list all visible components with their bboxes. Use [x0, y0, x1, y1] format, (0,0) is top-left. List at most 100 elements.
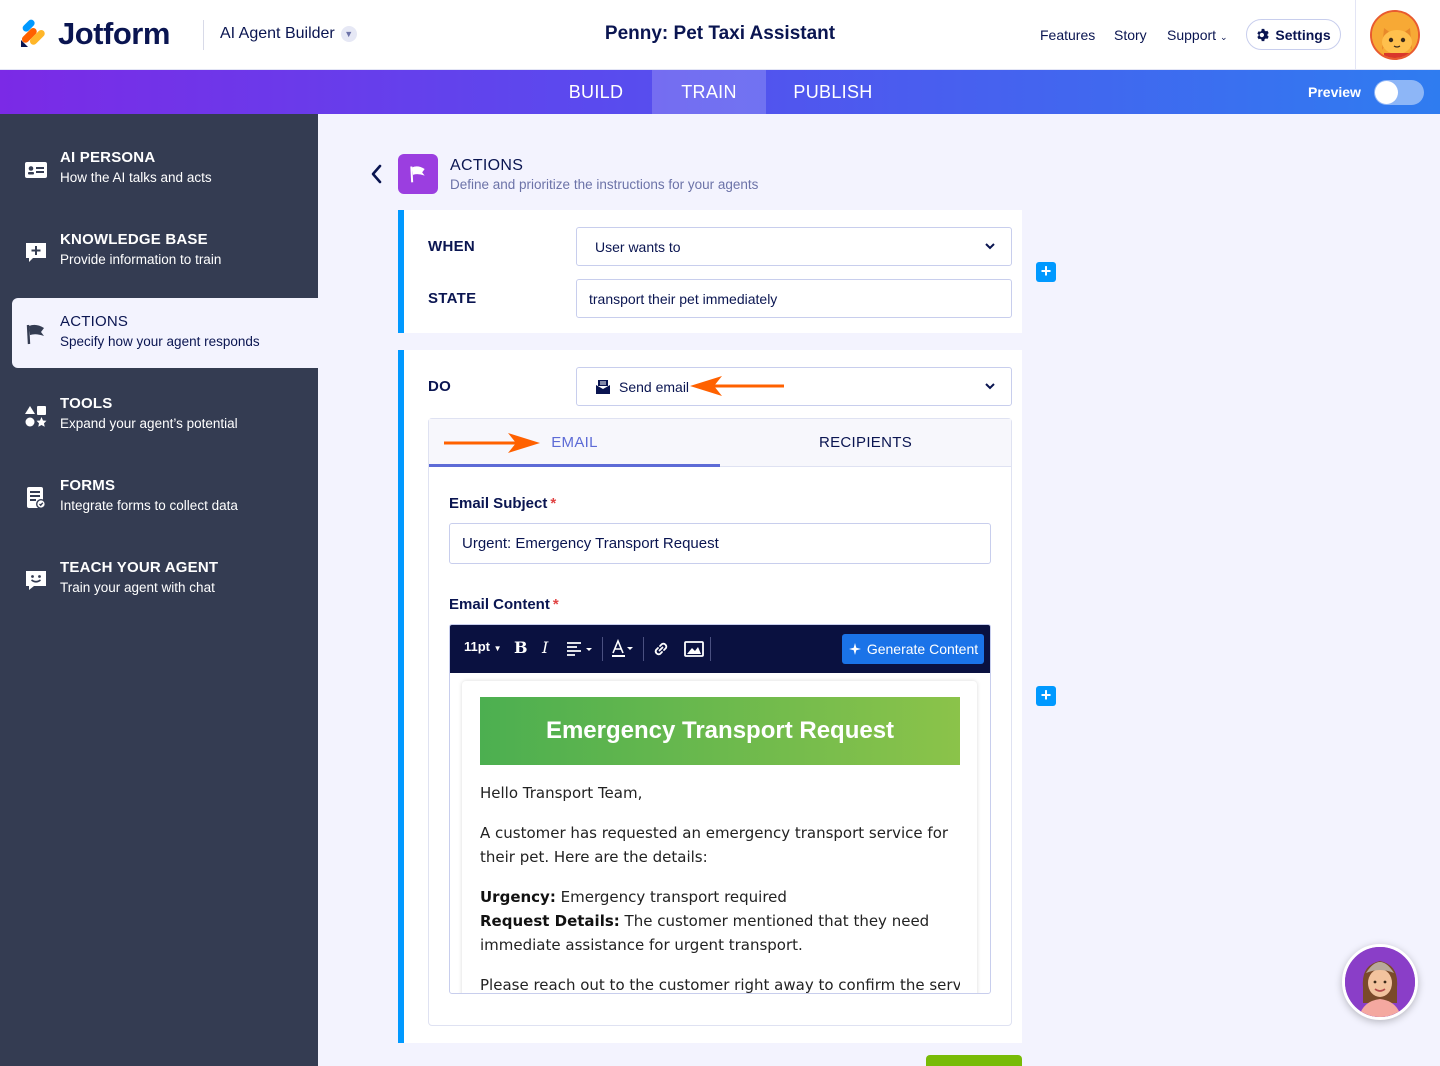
back-arrow-icon[interactable] — [368, 163, 386, 185]
top-header: Jotform AI Agent Builder ▼ Penny: Pet Ta… — [0, 0, 1440, 70]
sidebar-item-tools[interactable]: TOOLS Expand your agent’s potential — [0, 380, 318, 450]
save-button[interactable] — [926, 1055, 1022, 1066]
sidebar-item-knowledge-base[interactable]: KNOWLEDGE BASE Provide information to tr… — [0, 216, 318, 286]
generate-content-button[interactable]: Generate Content — [842, 634, 984, 664]
chevron-down-icon: ▼ — [340, 26, 357, 42]
annotation-arrow-left-icon — [690, 376, 784, 396]
gear-icon — [1257, 28, 1270, 41]
user-avatar[interactable] — [1370, 10, 1420, 60]
details-label: Request Details: — [480, 912, 620, 930]
sparkle-icon — [848, 643, 861, 655]
when-select[interactable]: User wants to — [576, 227, 1012, 266]
nav-features[interactable]: Features — [1040, 27, 1095, 43]
settings-label: Settings — [1275, 26, 1331, 43]
sidebar-item-teach-your-agent[interactable]: TEACH YOUR AGENT Train your agent with c… — [0, 544, 318, 614]
do-label: DO — [428, 378, 452, 395]
email-subject-value: Urgent: Emergency Transport Request — [462, 535, 719, 552]
chevron-down-icon — [985, 383, 995, 390]
font-size-select[interactable]: 11pt ▼ — [464, 639, 502, 654]
sidebar-item-title: TOOLS — [60, 395, 113, 412]
sidebar-item-title: FORMS — [60, 477, 116, 494]
do-select-value: Send email — [619, 378, 690, 395]
page-title: ACTIONS — [450, 157, 524, 174]
agent-title: Penny: Pet Taxi Assistant — [604, 23, 836, 44]
logo-text: Jotform — [58, 16, 170, 51]
required-mark: * — [552, 596, 559, 613]
email-config-panel: EMAIL RECIPIENTS Email Subject * Urgent: … — [428, 418, 1012, 1026]
tab-build[interactable]: BUILD — [540, 70, 652, 114]
required-mark: * — [550, 495, 557, 512]
email-preview[interactable]: Emergency Transport Request Hello Transp… — [462, 681, 977, 994]
product-switcher[interactable]: AI Agent Builder ▼ — [220, 25, 357, 43]
sidebar-item-ai-persona[interactable]: AI PERSONA How the AI talks and acts — [0, 134, 318, 204]
chevron-down-icon: ⌄ — [1219, 32, 1228, 42]
tab-recipients[interactable]: RECIPIENTS — [720, 419, 1011, 467]
flag-icon — [26, 324, 44, 345]
product-name: AI Agent Builder — [220, 25, 335, 42]
page-subtitle: Define and prioritize the instructions f… — [450, 177, 759, 192]
main-tab-bar: BUILD TRAIN PUBLISH Preview — [0, 70, 1440, 114]
email-closing: Please reach out to the customer right a… — [480, 976, 960, 994]
knowledge-base-icon — [26, 243, 46, 262]
sidebar-item-title: TEACH YOUR AGENT — [60, 559, 219, 576]
sidebar-item-subtitle: Specify how your agent responds — [60, 334, 260, 349]
nav-support[interactable]: Support ⌄ — [1167, 27, 1227, 43]
font-size-value: 11pt — [464, 639, 491, 654]
add-condition-button[interactable]: + — [1036, 262, 1056, 282]
header-separator — [1355, 0, 1356, 70]
cat-avatar-icon — [1372, 12, 1418, 58]
sidebar-item-subtitle: Expand your agent’s potential — [60, 416, 238, 431]
image-icon[interactable] — [684, 640, 704, 658]
state-label: STATE — [428, 290, 477, 307]
jotform-logo-icon — [21, 19, 45, 47]
email-details: Request Details: The customer mentioned … — [480, 909, 960, 957]
email-greeting: Hello Transport Team, — [480, 784, 643, 802]
state-input-value: transport their pet immediately — [589, 290, 778, 307]
preview-toggle[interactable] — [1374, 80, 1424, 105]
sidebar-item-title: AI PERSONA — [60, 149, 156, 166]
email-subject-input[interactable]: Urgent: Emergency Transport Request — [449, 523, 991, 564]
when-card: WHEN User wants to STATE transport their… — [398, 210, 1022, 333]
tab-publish[interactable]: PUBLISH — [766, 70, 900, 114]
bold-button[interactable]: B — [514, 638, 528, 657]
annotation-arrow-right-icon — [444, 433, 540, 453]
link-icon[interactable] — [652, 640, 670, 658]
jotform-logo[interactable]: Jotform — [18, 16, 170, 52]
email-content-label-text: Email Content — [449, 596, 550, 613]
tab-train[interactable]: TRAIN — [652, 70, 766, 114]
email-content-label: Email Content * — [449, 596, 559, 613]
align-icon[interactable] — [566, 641, 596, 657]
tools-shapes-icon — [25, 406, 47, 427]
sidebar-item-forms[interactable]: FORMS Integrate forms to collect data — [0, 462, 318, 532]
flag-icon — [410, 166, 425, 183]
rich-text-editor[interactable]: 11pt ▼ B I Generate Content Emergency Tr… — [449, 624, 991, 994]
email-urgency: Urgency: Emergency transport required — [480, 885, 960, 909]
toggle-knob — [1375, 81, 1398, 104]
chevron-down-icon — [985, 243, 995, 250]
agent-chat-avatar[interactable] — [1342, 944, 1418, 1020]
editor-toolbar: 11pt ▼ B I Generate Content — [450, 625, 990, 673]
sidebar-item-subtitle: How the AI talks and acts — [60, 170, 212, 185]
sidebar-item-subtitle: Train your agent with chat — [60, 580, 215, 595]
toolbar-separator — [602, 637, 603, 661]
when-select-value: User wants to — [595, 238, 681, 255]
state-input[interactable]: transport their pet immediately — [576, 279, 1012, 318]
sidebar-item-title: KNOWLEDGE BASE — [60, 231, 208, 248]
settings-button[interactable]: Settings — [1246, 19, 1341, 50]
text-color-icon[interactable] — [610, 639, 638, 659]
sidebar: AI PERSONA How the AI talks and acts KNO… — [0, 114, 318, 1066]
generate-content-label: Generate Content — [866, 641, 979, 657]
toolbar-separator — [643, 637, 644, 661]
add-action-button[interactable]: + — [1036, 686, 1056, 706]
nav-story[interactable]: Story — [1114, 27, 1147, 43]
email-banner: Emergency Transport Request — [480, 697, 960, 765]
sidebar-item-subtitle: Provide information to train — [60, 252, 222, 267]
chat-smile-icon — [26, 571, 46, 590]
email-icon — [596, 379, 610, 394]
email-intro: A customer has requested an emergency tr… — [480, 824, 949, 866]
agent-face-icon — [1345, 947, 1415, 1017]
sidebar-item-actions[interactable]: ACTIONS Specify how your agent responds — [12, 298, 318, 368]
italic-button[interactable]: I — [542, 638, 548, 657]
do-select[interactable]: Send email — [576, 367, 1012, 406]
persona-card-icon — [25, 162, 47, 178]
